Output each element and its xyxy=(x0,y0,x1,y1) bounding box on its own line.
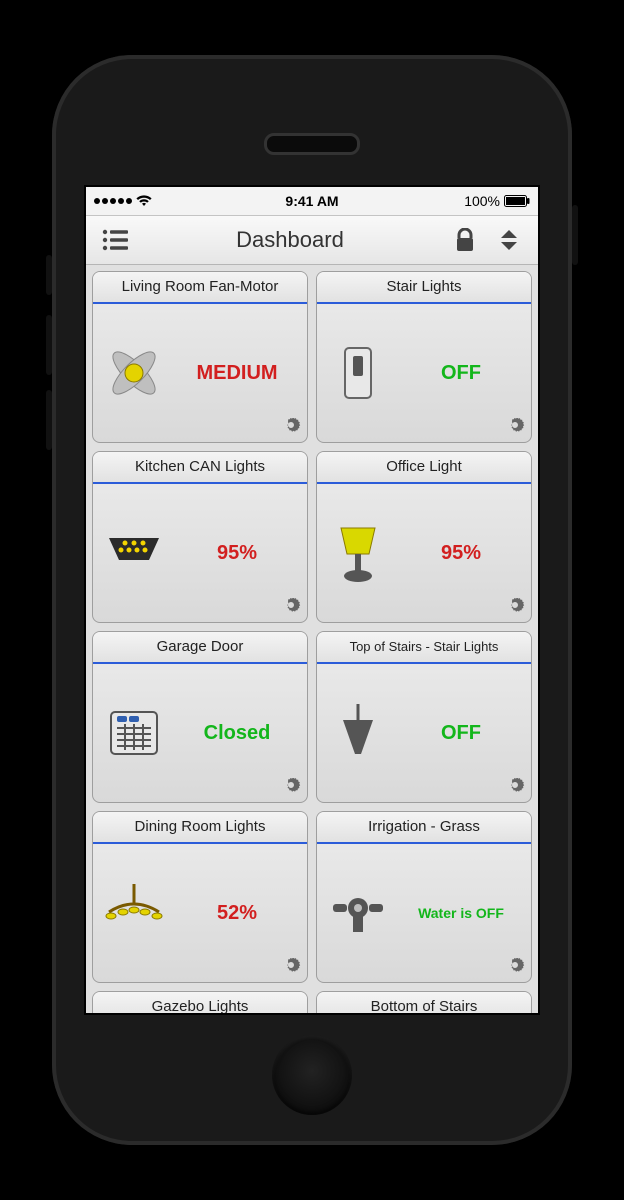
settings-gear-icon[interactable] xyxy=(505,418,525,438)
tile-title: Living Room Fan-Motor xyxy=(93,272,307,304)
garage-icon xyxy=(99,698,169,768)
settings-gear-icon[interactable] xyxy=(505,778,525,798)
device-tile[interactable]: Bottom of Stairs xyxy=(316,991,532,1013)
tile-status: 95% xyxy=(177,542,297,565)
settings-gear-icon[interactable] xyxy=(281,418,301,438)
chandelier-icon xyxy=(99,878,169,948)
volume-up-button[interactable] xyxy=(46,315,52,375)
settings-gear-icon[interactable] xyxy=(505,958,525,978)
status-bar: 9:41 AM 100% xyxy=(86,187,538,216)
settings-gear-icon[interactable] xyxy=(505,598,525,618)
mute-switch[interactable] xyxy=(46,255,52,295)
status-time: 9:41 AM xyxy=(285,193,338,209)
sort-arrows-icon[interactable] xyxy=(492,223,526,257)
lock-icon[interactable] xyxy=(448,223,482,257)
tile-status: Water is OFF xyxy=(401,905,521,921)
pendant-icon xyxy=(323,698,393,768)
tile-body: Water is OFF xyxy=(317,844,531,982)
tile-title: Office Light xyxy=(317,452,531,484)
phone-frame: 9:41 AM 100% Dashboard xyxy=(52,55,572,1145)
earpiece xyxy=(264,133,360,155)
device-tile[interactable]: Office Light 95% xyxy=(316,451,532,623)
tile-status: OFF xyxy=(401,722,521,745)
switch-icon xyxy=(323,338,393,408)
sprinkler-icon xyxy=(323,878,393,948)
can-lights-icon xyxy=(99,518,169,588)
battery-percent: 100% xyxy=(464,193,500,209)
power-button[interactable] xyxy=(572,205,578,265)
fan-icon xyxy=(99,338,169,408)
tile-body: MEDIUM xyxy=(93,304,307,442)
screen: 9:41 AM 100% Dashboard xyxy=(84,185,540,1015)
battery-icon xyxy=(504,195,530,207)
lamp-icon xyxy=(323,518,393,588)
volume-down-button[interactable] xyxy=(46,390,52,450)
device-tile[interactable]: Gazebo Lights xyxy=(92,991,308,1013)
dashboard-content[interactable]: Living Room Fan-Motor MEDIUM Stair Lights O… xyxy=(86,265,538,1013)
tile-body: OFF xyxy=(317,664,531,802)
device-tile[interactable]: Kitchen CAN Lights 95% xyxy=(92,451,308,623)
tile-title: Gazebo Lights xyxy=(93,992,307,1013)
wifi-icon xyxy=(136,195,152,207)
tile-title: Stair Lights xyxy=(317,272,531,304)
device-tile[interactable]: Top of Stairs - Stair Lights OFF xyxy=(316,631,532,803)
tile-status: OFF xyxy=(401,362,521,385)
home-button[interactable] xyxy=(272,1035,352,1115)
tile-title: Kitchen CAN Lights xyxy=(93,452,307,484)
tile-status: Closed xyxy=(177,722,297,745)
device-tile[interactable]: Stair Lights OFF xyxy=(316,271,532,443)
menu-list-icon[interactable] xyxy=(98,223,132,257)
settings-gear-icon[interactable] xyxy=(281,598,301,618)
tile-status: MEDIUM xyxy=(177,362,297,385)
device-tile[interactable]: Living Room Fan-Motor MEDIUM xyxy=(92,271,308,443)
tile-title: Dining Room Lights xyxy=(93,812,307,844)
tile-body: 95% xyxy=(317,484,531,622)
tile-status: 52% xyxy=(177,902,297,925)
device-tile[interactable]: Garage Door Closed xyxy=(92,631,308,803)
tile-status: 95% xyxy=(401,542,521,565)
tile-body: 52% xyxy=(93,844,307,982)
settings-gear-icon[interactable] xyxy=(281,958,301,978)
tile-body: 95% xyxy=(93,484,307,622)
tile-title: Irrigation - Grass xyxy=(317,812,531,844)
tile-title: Bottom of Stairs xyxy=(317,992,531,1013)
device-tile[interactable]: Dining Room Lights 52% xyxy=(92,811,308,983)
tile-title: Top of Stairs - Stair Lights xyxy=(317,632,531,664)
page-title: Dashboard xyxy=(236,227,344,253)
tile-body: OFF xyxy=(317,304,531,442)
signal-dots-icon xyxy=(94,198,132,204)
tile-title: Garage Door xyxy=(93,632,307,664)
nav-bar: Dashboard xyxy=(86,216,538,265)
device-tile[interactable]: Irrigation - Grass Water is OFF xyxy=(316,811,532,983)
settings-gear-icon[interactable] xyxy=(281,778,301,798)
tile-body: Closed xyxy=(93,664,307,802)
